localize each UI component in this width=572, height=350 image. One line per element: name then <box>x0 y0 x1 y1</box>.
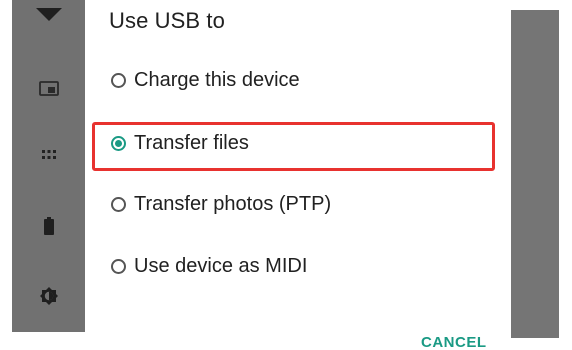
option-charge-this-device[interactable]: Charge this device <box>111 64 300 96</box>
dialog-title: Use USB to <box>109 8 225 33</box>
radio-button-icon[interactable] <box>111 72 126 88</box>
option-label: Charge this device <box>134 68 300 91</box>
screen: Use USB to Charge this device Transfer f… <box>0 0 572 350</box>
option-label: Transfer photos (PTP) <box>134 192 332 215</box>
brightness-icon <box>12 285 85 307</box>
option-label: Transfer files <box>134 131 249 154</box>
chevron-down-icon <box>12 0 85 30</box>
option-transfer-photos-ptp[interactable]: Transfer photos (PTP) <box>111 188 331 220</box>
cancel-button[interactable]: CANCEL <box>421 334 487 350</box>
option-label: Use device as MIDI <box>134 254 308 277</box>
radio-button-selected-icon[interactable] <box>111 135 126 151</box>
radio-button-icon[interactable] <box>111 196 126 212</box>
option-transfer-files[interactable]: Transfer files <box>111 127 249 159</box>
background-panel-left <box>12 0 85 332</box>
radio-button-icon[interactable] <box>111 258 126 274</box>
battery-icon <box>12 215 85 237</box>
apps-grid-icon <box>12 145 85 165</box>
background-panel-right <box>511 10 559 338</box>
option-use-device-as-midi[interactable]: Use device as MIDI <box>111 250 307 282</box>
cast-icon <box>12 78 85 100</box>
usb-mode-dialog: Use USB to Charge this device Transfer f… <box>85 0 511 350</box>
